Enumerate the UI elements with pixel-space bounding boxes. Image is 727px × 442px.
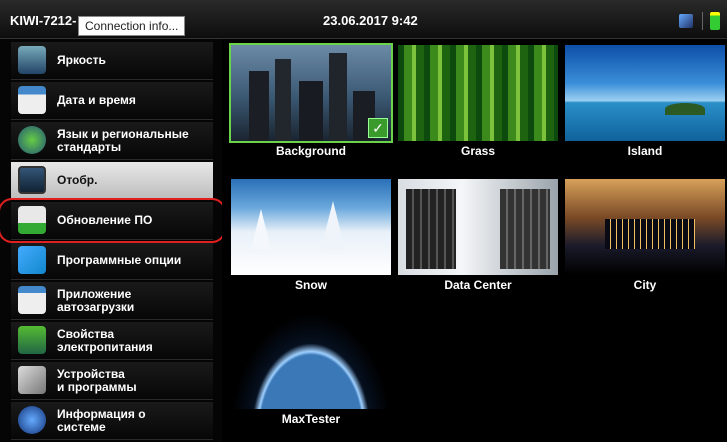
- sidebar-item-label: Отобр.: [57, 173, 98, 187]
- wallpaper-grid: ✓ Background Grass Island Snow Data Cent…: [222, 39, 727, 442]
- wallpaper-thumbnail: [231, 179, 391, 275]
- sidebar-item-label: Приложение автозагрузки: [57, 286, 135, 314]
- settings-sidebar: Яркость Дата и время Язык и региональные…: [0, 39, 226, 442]
- globe-icon: [18, 126, 46, 154]
- sidebar-item-display[interactable]: Отобр.: [11, 162, 213, 200]
- display-icon: [18, 166, 46, 194]
- tray-divider: [702, 12, 703, 30]
- wallpaper-tile-snow[interactable]: Snow: [222, 173, 391, 307]
- sidebar-item-label: Информация о системе: [57, 406, 146, 434]
- wallpaper-thumbnail: ✓: [229, 43, 393, 143]
- info-icon: [18, 406, 46, 434]
- tools-icon: [18, 366, 46, 394]
- sidebar-item-startup[interactable]: Приложение автозагрузки: [11, 282, 213, 320]
- device-name: KIWI-7212-: [10, 13, 77, 28]
- battery-tray-icon[interactable]: [710, 12, 720, 30]
- wallpaper-thumbnail: [231, 313, 391, 409]
- sidebar-item-label: Свойства электропитания: [57, 326, 153, 354]
- clock: 23.06.2017 9:42: [323, 13, 418, 28]
- battery-icon: [18, 326, 46, 354]
- wallpaper-name: Grass: [460, 144, 496, 158]
- puzzle-icon: [18, 246, 46, 274]
- startup-icon: [18, 286, 46, 314]
- connection-tooltip: Connection info...: [78, 16, 186, 36]
- sidebar-item-datetime[interactable]: Дата и время: [11, 82, 213, 120]
- sidebar-item-label: Устройства и программы: [57, 366, 137, 394]
- wallpaper-thumbnail: [398, 179, 558, 275]
- wallpaper-tile-city[interactable]: City: [556, 173, 725, 307]
- sidebar-item-options[interactable]: Программные опции: [11, 242, 213, 280]
- sidebar-item-power[interactable]: Свойства электропитания: [11, 322, 213, 360]
- wallpaper-name: City: [633, 278, 657, 292]
- selection-highlight-ring: [0, 198, 226, 243]
- checkmark-icon: ✓: [368, 118, 388, 138]
- wallpaper-name: Background: [275, 144, 346, 158]
- sidebar-item-label: Яркость: [57, 53, 106, 67]
- calendar-icon: [18, 86, 46, 114]
- wallpaper-tile-grass[interactable]: Grass: [389, 39, 558, 173]
- wallpaper-tile-maxtester[interactable]: MaxTester: [222, 307, 391, 441]
- wallpaper-thumbnail: [565, 179, 725, 275]
- brightness-icon: [18, 46, 46, 74]
- wallpaper-name: Data Center: [444, 278, 512, 292]
- sidebar-item-brightness[interactable]: Яркость: [11, 42, 213, 80]
- sidebar-item-label: Язык и региональные стандарты: [57, 126, 189, 154]
- sidebar-item-language[interactable]: Язык и региональные стандарты: [11, 122, 213, 160]
- sidebar-item-devices[interactable]: Устройства и программы: [11, 362, 213, 400]
- wallpaper-name: Island: [627, 144, 663, 158]
- wallpaper-thumbnail: [398, 45, 558, 141]
- network-icon[interactable]: [679, 14, 693, 28]
- title-bar: KIWI-7212- Connection info... 23.06.2017…: [0, 0, 727, 39]
- wallpaper-name: Snow: [295, 278, 327, 292]
- wallpaper-tile-datacenter[interactable]: Data Center: [389, 173, 558, 307]
- sidebar-item-label: Дата и время: [57, 93, 136, 107]
- wallpaper-tile-background[interactable]: ✓ Background: [222, 39, 393, 173]
- wallpaper-tile-island[interactable]: Island: [556, 39, 725, 173]
- wallpaper-thumbnail: [565, 45, 725, 141]
- wallpaper-name: MaxTester: [281, 412, 341, 426]
- sidebar-item-label: Программные опции: [57, 253, 182, 267]
- sidebar-item-sysinfo[interactable]: Информация о системе: [11, 402, 213, 440]
